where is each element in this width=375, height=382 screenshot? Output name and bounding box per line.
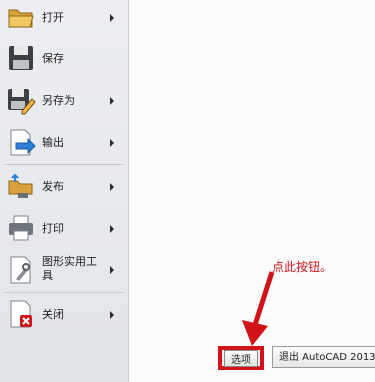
export-icon — [10, 129, 36, 156]
menu-item-close[interactable]: 关闭 — [0, 298, 128, 330]
submenu-arrow-icon — [110, 311, 114, 319]
close-document-icon — [10, 300, 32, 328]
publish-icon — [8, 173, 33, 198]
menu-item-label: 发布 — [42, 180, 64, 193]
submenu-arrow-icon — [110, 266, 114, 274]
annotation-text: 点此按钮。 — [272, 260, 333, 274]
options-button[interactable]: 选项 — [224, 349, 258, 367]
floppy-disk-icon — [9, 46, 33, 70]
submenu-arrow-icon — [110, 225, 114, 233]
menu-separator — [4, 164, 124, 165]
menu-item-label: 输出 — [42, 136, 64, 149]
drawing-utilities-icon — [10, 256, 31, 284]
options-button-highlight: 选项 — [218, 346, 264, 370]
menu-item-label: 打开 — [42, 11, 64, 24]
folder-open-icon — [8, 9, 34, 28]
menu-item-publish[interactable]: 发布 — [0, 170, 128, 202]
submenu-arrow-icon — [110, 14, 114, 22]
menu-separator — [4, 292, 124, 293]
annotation-arrow-icon — [242, 271, 275, 346]
save-as-icon — [8, 89, 36, 115]
submenu-arrow-icon — [110, 97, 114, 105]
menu-item-save[interactable]: 保存 — [0, 42, 128, 74]
menu-item-label: 图形实用工具 — [42, 255, 97, 282]
submenu-arrow-icon — [110, 139, 114, 147]
menu-item-print[interactable]: 打印 — [0, 212, 128, 244]
menu-item-label: 关闭 — [42, 308, 64, 321]
submenu-arrow-icon — [110, 183, 114, 191]
exit-autocad-button[interactable]: 退出 AutoCAD 2013 — [272, 346, 375, 368]
menu-item-label: 保存 — [42, 52, 64, 65]
printer-icon — [9, 215, 33, 241]
menu-item-open[interactable]: 打开 — [0, 2, 128, 32]
menu-item-label: 另存为 — [42, 94, 75, 107]
menu-item-drawing-utilities[interactable]: 图形实用工具 — [0, 252, 128, 288]
menu-item-label: 打印 — [42, 222, 64, 235]
application-menu: 打开 保存 另存为 输出 发布 打印 图形实用工具 关闭 — [0, 0, 129, 382]
menu-item-export[interactable]: 输出 — [0, 126, 128, 158]
menu-item-save-as[interactable]: 另存为 — [0, 84, 128, 116]
